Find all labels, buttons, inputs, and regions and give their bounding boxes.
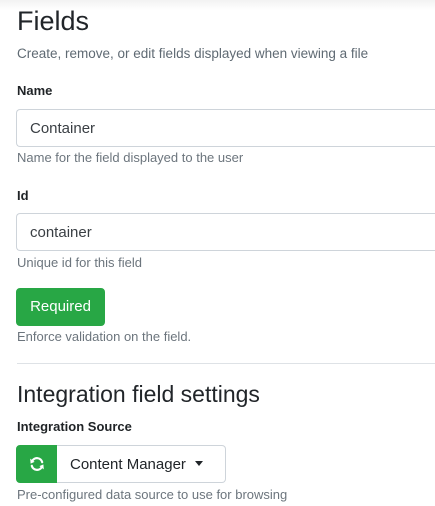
page-subtitle: Create, remove, or edit fields displayed…	[17, 46, 369, 61]
refresh-button[interactable]	[16, 445, 57, 483]
id-label: Id	[17, 188, 29, 203]
integration-source-help-text: Pre-configured data source to use for br…	[17, 487, 288, 502]
integration-source-value: Content Manager	[70, 455, 186, 473]
caret-down-icon	[194, 460, 203, 466]
refresh-icon	[29, 457, 44, 471]
name-help-text: Name for the field displayed to the user	[17, 150, 244, 165]
field-settings-panel: Fields Create, remove, or edit fields di…	[0, 0, 435, 506]
id-input[interactable]	[16, 213, 435, 251]
required-help-text: Enforce validation on the field.	[17, 329, 192, 344]
integration-source-dropdown[interactable]: Content Manager	[57, 445, 226, 483]
id-help-text: Unique id for this field	[17, 255, 143, 270]
integration-source-label: Integration Source	[17, 419, 132, 434]
integration-section-title: Integration field settings	[17, 381, 260, 407]
section-divider	[17, 363, 435, 364]
required-button[interactable]: Required	[16, 288, 105, 326]
name-label: Name	[17, 83, 53, 98]
integration-source-control: Content Manager	[16, 445, 226, 483]
page-title: Fields	[17, 6, 90, 36]
name-input[interactable]	[16, 109, 435, 147]
